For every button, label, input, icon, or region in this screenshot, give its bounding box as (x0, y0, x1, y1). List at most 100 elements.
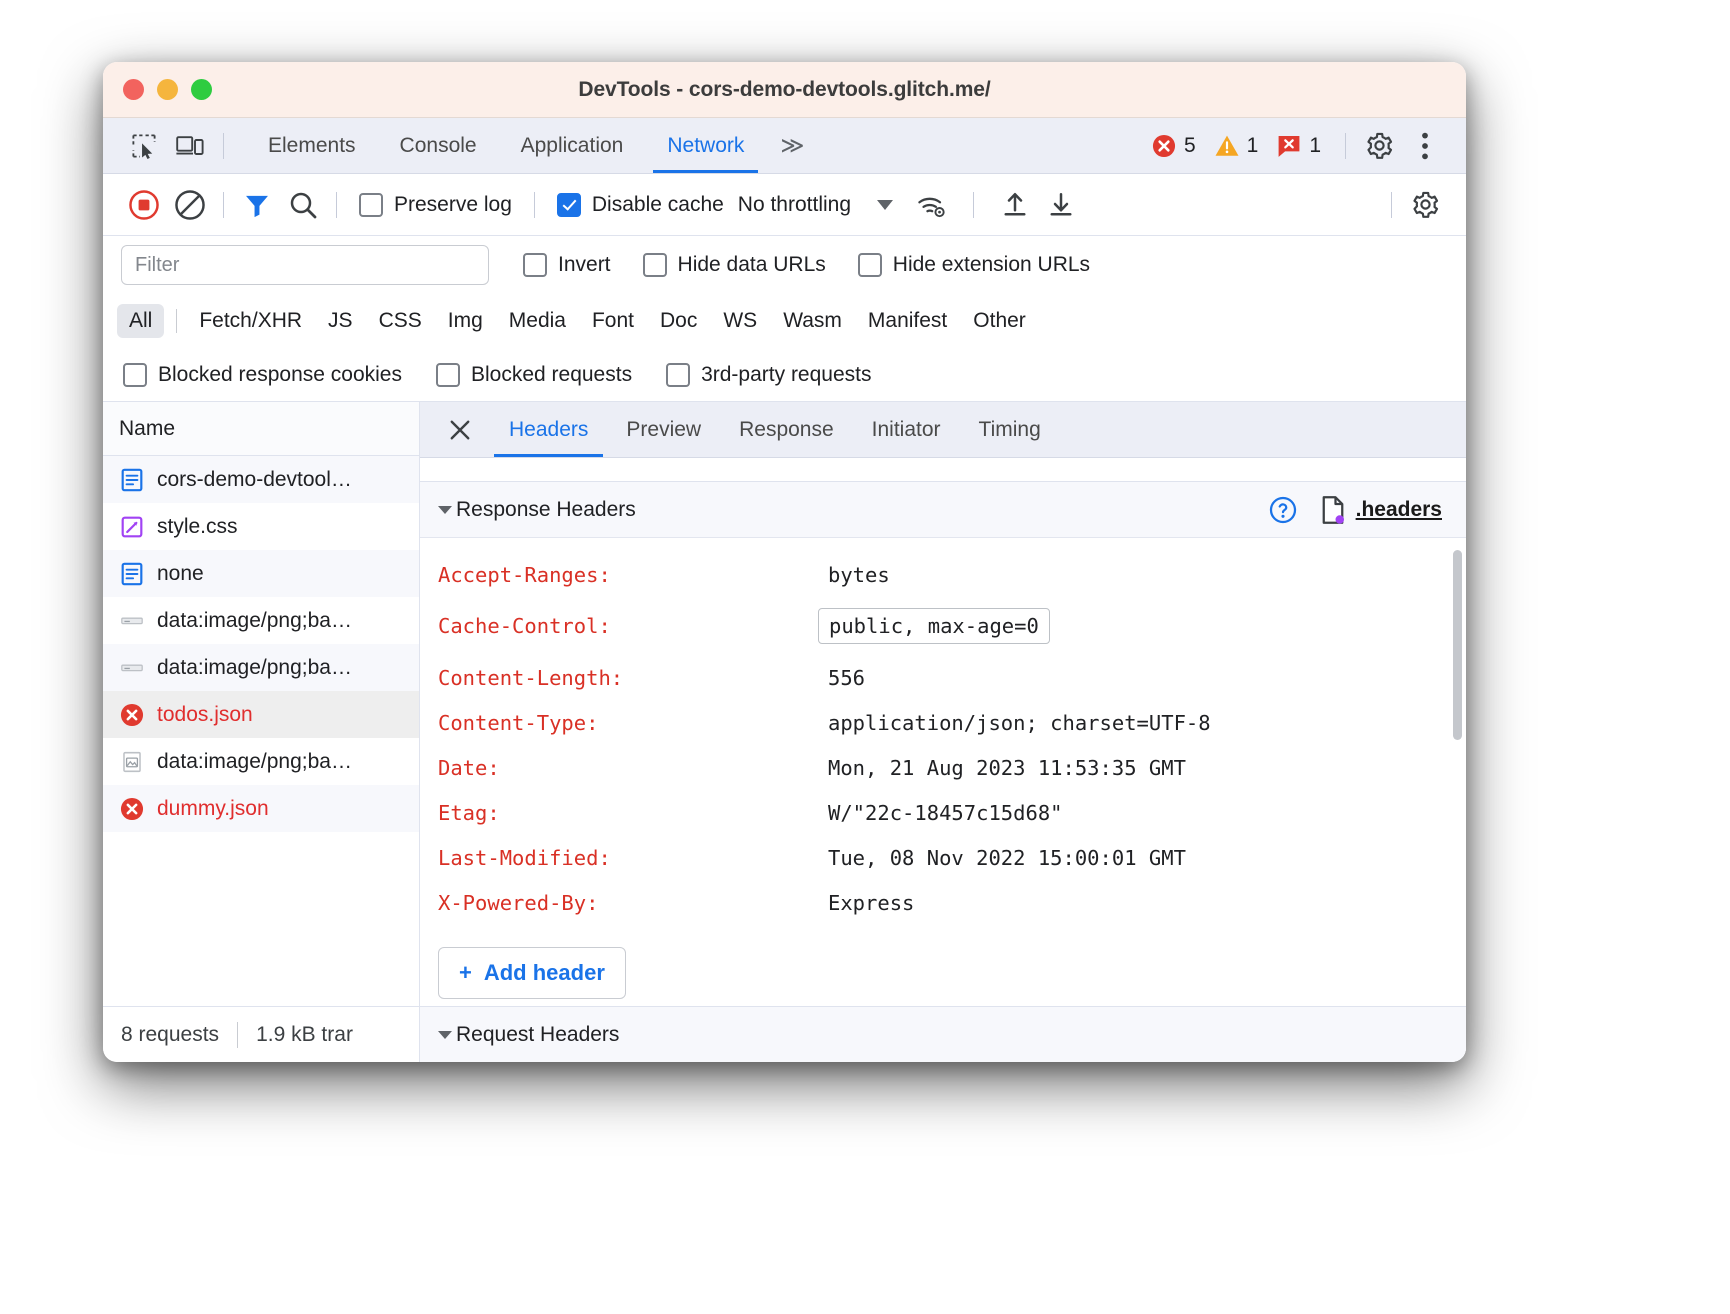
tab-elements[interactable]: Elements (246, 118, 378, 173)
chip-other[interactable]: Other (961, 304, 1038, 338)
chip-ws[interactable]: WS (711, 304, 769, 338)
close-window-button[interactable] (123, 79, 144, 100)
request-headers-section-header[interactable]: Request Headers (420, 1006, 1466, 1062)
more-tabs-icon[interactable]: ≫ (766, 132, 818, 159)
hide-extension-urls-checkbox[interactable]: Hide extension URLs (858, 253, 1090, 277)
error-circle-icon (119, 702, 145, 728)
header-row[interactable]: Content-Type: application/json; charset=… (420, 700, 1466, 745)
response-headers-section-header[interactable]: Response Headers .headers (420, 482, 1466, 538)
device-toolbar-icon[interactable] (167, 126, 213, 166)
chip-media[interactable]: Media (497, 304, 578, 338)
tab-preview[interactable]: Preview (607, 402, 720, 457)
error-count-badge[interactable]: 5 (1145, 133, 1202, 159)
request-name: data:image/png;ba… (157, 656, 352, 680)
document-icon (119, 467, 145, 493)
chip-all[interactable]: All (117, 304, 164, 338)
error-circle-icon (1151, 133, 1177, 159)
chip-js[interactable]: JS (316, 304, 365, 338)
close-icon[interactable] (438, 408, 482, 452)
preserve-log-box[interactable] (359, 193, 383, 217)
header-value[interactable]: W/"22c-18457c15d68" (828, 801, 1063, 825)
name-column-header[interactable]: Name (103, 402, 419, 456)
tab-initiator[interactable]: Initiator (853, 402, 960, 457)
gear-icon[interactable] (1356, 126, 1402, 166)
tab-response[interactable]: Response (720, 402, 853, 457)
table-row[interactable]: dummy.json (103, 785, 419, 832)
header-name: X-Powered-By: (438, 891, 828, 915)
tab-application[interactable]: Application (499, 118, 646, 173)
header-value[interactable]: 556 (828, 666, 865, 690)
header-row[interactable]: Content-Length: 556 (420, 655, 1466, 700)
invert-checkbox[interactable]: Invert (523, 253, 611, 277)
header-row[interactable]: Accept-Ranges: bytes (420, 552, 1466, 597)
zoom-window-button[interactable] (191, 79, 212, 100)
header-value-editable[interactable]: public, max-age=0 (818, 608, 1050, 644)
request-detail-pane: Headers Preview Response Initiator Timin… (420, 402, 1466, 1062)
import-har-icon[interactable] (992, 185, 1038, 225)
hide-extension-urls-box[interactable] (858, 253, 882, 277)
chip-wasm[interactable]: Wasm (771, 304, 854, 338)
header-value[interactable]: Tue, 08 Nov 2022 15:00:01 GMT (828, 846, 1186, 870)
chip-manifest[interactable]: Manifest (856, 304, 959, 338)
header-row[interactable]: X-Powered-By: Express (420, 880, 1466, 925)
preserve-log-checkbox[interactable]: Preserve log (359, 193, 512, 217)
header-value[interactable]: application/json; charset=UTF-8 (828, 711, 1211, 735)
document-icon (119, 561, 145, 587)
filter-input[interactable] (121, 245, 489, 285)
table-row[interactable]: cors-demo-devtool… (103, 456, 419, 503)
export-har-icon[interactable] (1038, 185, 1084, 225)
blocked-response-cookies-checkbox[interactable]: Blocked response cookies (123, 363, 402, 387)
tab-console[interactable]: Console (378, 118, 499, 173)
table-row[interactable]: data:image/png;ba… (103, 738, 419, 785)
chip-font[interactable]: Font (580, 304, 646, 338)
chip-doc[interactable]: Doc (648, 304, 709, 338)
tab-headers[interactable]: Headers (490, 402, 607, 457)
chip-css[interactable]: CSS (367, 304, 434, 338)
table-row[interactable]: none (103, 550, 419, 597)
clear-network-log-icon[interactable] (167, 185, 213, 225)
table-row[interactable]: style.css (103, 503, 419, 550)
filter-funnel-icon[interactable] (234, 185, 280, 225)
chip-img[interactable]: Img (436, 304, 495, 338)
header-row[interactable]: Last-Modified: Tue, 08 Nov 2022 15:00:01… (420, 835, 1466, 880)
hide-extension-urls-label: Hide extension URLs (893, 253, 1090, 277)
record-stop-icon[interactable] (121, 185, 167, 225)
search-icon[interactable] (280, 185, 326, 225)
headers-scrollbar[interactable] (1453, 550, 1462, 740)
invert-box[interactable] (523, 253, 547, 277)
header-row[interactable]: Cache-Control: public, max-age=0 (420, 597, 1466, 655)
header-value[interactable]: bytes (828, 563, 890, 587)
throttling-dropdown[interactable]: No throttling (738, 193, 893, 217)
disable-cache-box[interactable] (557, 193, 581, 217)
kebab-menu-icon[interactable] (1402, 126, 1448, 166)
add-header-button[interactable]: + Add header (438, 947, 626, 999)
blocked-requests-checkbox[interactable]: Blocked requests (436, 363, 632, 387)
stylesheet-icon (119, 514, 145, 540)
headers-file-link-label[interactable]: .headers (1356, 498, 1442, 522)
header-row[interactable]: Date: Mon, 21 Aug 2023 11:53:35 GMT (420, 745, 1466, 790)
table-row[interactable]: data:image/png;ba… (103, 597, 419, 644)
disable-cache-checkbox[interactable]: Disable cache (557, 193, 724, 217)
hide-data-urls-box[interactable] (643, 253, 667, 277)
header-value[interactable]: Express (828, 891, 914, 915)
network-conditions-icon[interactable] (909, 185, 955, 225)
network-settings-gear-icon[interactable] (1402, 185, 1448, 225)
blocked-requests-box[interactable] (436, 363, 460, 387)
inspect-element-icon[interactable] (121, 126, 167, 166)
tab-network[interactable]: Network (645, 118, 766, 173)
minimize-window-button[interactable] (157, 79, 178, 100)
blocked-response-cookies-box[interactable] (123, 363, 147, 387)
warning-count-badge[interactable]: 1 (1208, 133, 1265, 159)
hide-data-urls-checkbox[interactable]: Hide data URLs (643, 253, 826, 277)
chip-fetch-xhr[interactable]: Fetch/XHR (187, 304, 314, 338)
third-party-requests-box[interactable] (666, 363, 690, 387)
tab-timing[interactable]: Timing (960, 402, 1060, 457)
issue-count-badge[interactable]: 1 (1270, 133, 1327, 159)
table-row[interactable]: todos.json (103, 691, 419, 738)
header-row[interactable]: Etag: W/"22c-18457c15d68" (420, 790, 1466, 835)
netbar-divider-5 (1391, 192, 1392, 218)
third-party-requests-checkbox[interactable]: 3rd-party requests (666, 363, 871, 387)
table-row[interactable]: data:image/png;ba… (103, 644, 419, 691)
headers-override-link[interactable]: .headers (1268, 495, 1442, 525)
header-value[interactable]: Mon, 21 Aug 2023 11:53:35 GMT (828, 756, 1186, 780)
